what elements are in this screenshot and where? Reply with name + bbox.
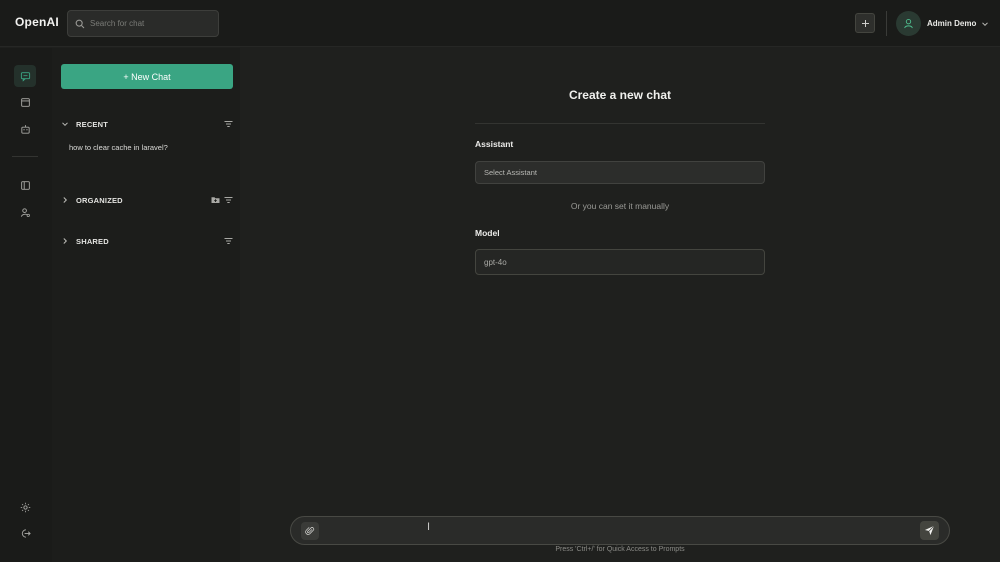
section-shared[interactable]: SHARED: [61, 234, 233, 248]
top-bar: OpenAI Admin Demo: [0, 0, 1000, 47]
rail-divider: [12, 156, 38, 157]
chat-sidebar: + New Chat RECENT how to clear cache in …: [52, 48, 240, 562]
prompt-shortcut-hint: Press 'Ctrl+/' for Quick Access to Promp…: [555, 546, 685, 553]
section-title: RECENT: [76, 119, 109, 129]
rail-documents-button[interactable]: [14, 91, 36, 113]
chat-list-item[interactable]: how to clear cache in laravel?: [69, 143, 168, 152]
title-divider: [475, 123, 765, 124]
filter-icon[interactable]: [224, 196, 233, 204]
icon-rail: [0, 48, 52, 562]
message-input[interactable]: [327, 522, 907, 540]
robot-icon: [20, 124, 30, 134]
section-organized[interactable]: ORGANIZED: [61, 193, 233, 207]
attach-button[interactable]: [301, 522, 319, 540]
send-icon: [924, 525, 935, 536]
user-name: Admin Demo: [927, 19, 977, 28]
user-icon: [904, 19, 913, 29]
divider: [886, 11, 887, 36]
search-input[interactable]: [90, 19, 210, 28]
section-title: SHARED: [76, 236, 109, 246]
assistant-select[interactable]: Select Assistant: [475, 161, 765, 184]
rail-chat-button[interactable]: [14, 65, 36, 87]
assistant-label: Assistant: [475, 139, 514, 149]
chevron-right-icon: [61, 237, 71, 245]
chevron-down-icon: [982, 21, 989, 26]
brand-logo[interactable]: OpenAI: [15, 15, 59, 29]
new-chat-plus-button[interactable]: [855, 13, 875, 33]
theme-sun-icon: [20, 502, 30, 512]
user-menu[interactable]: Admin Demo: [896, 11, 989, 36]
assistant-select-placeholder: Select Assistant: [484, 168, 537, 177]
filter-icon[interactable]: [224, 237, 233, 245]
paperclip-icon: [305, 527, 315, 535]
theme-toggle-button[interactable]: [14, 496, 36, 518]
chevron-right-icon: [61, 196, 71, 204]
model-input[interactable]: [475, 249, 765, 275]
page-title: Create a new chat: [568, 88, 672, 102]
search-box[interactable]: [67, 10, 219, 37]
new-folder-icon[interactable]: [211, 196, 220, 204]
rail-panel-button[interactable]: [14, 174, 36, 196]
logout-icon: [21, 528, 31, 538]
sidebar-panel-icon: [20, 180, 30, 190]
new-chat-button[interactable]: + New Chat: [61, 64, 233, 89]
document-icon: [20, 97, 30, 107]
send-button[interactable]: [920, 521, 939, 540]
text-cursor-icon: I: [427, 521, 431, 533]
message-composer: I: [290, 516, 950, 545]
section-recent[interactable]: RECENT: [61, 117, 233, 131]
user-settings-icon: [20, 207, 30, 217]
chat-icon: [20, 71, 30, 82]
model-label: Model: [475, 228, 500, 238]
avatar: [896, 11, 921, 36]
rail-user-settings-button[interactable]: [14, 201, 36, 223]
section-title: ORGANIZED: [76, 195, 123, 205]
chevron-down-icon: [61, 120, 71, 128]
rail-assistants-button[interactable]: [14, 118, 36, 140]
plus-icon: [861, 19, 869, 27]
logout-button[interactable]: [14, 522, 36, 544]
filter-icon[interactable]: [224, 120, 233, 128]
manual-hint: Or you can set it manually: [570, 201, 670, 211]
search-icon: [75, 19, 85, 28]
